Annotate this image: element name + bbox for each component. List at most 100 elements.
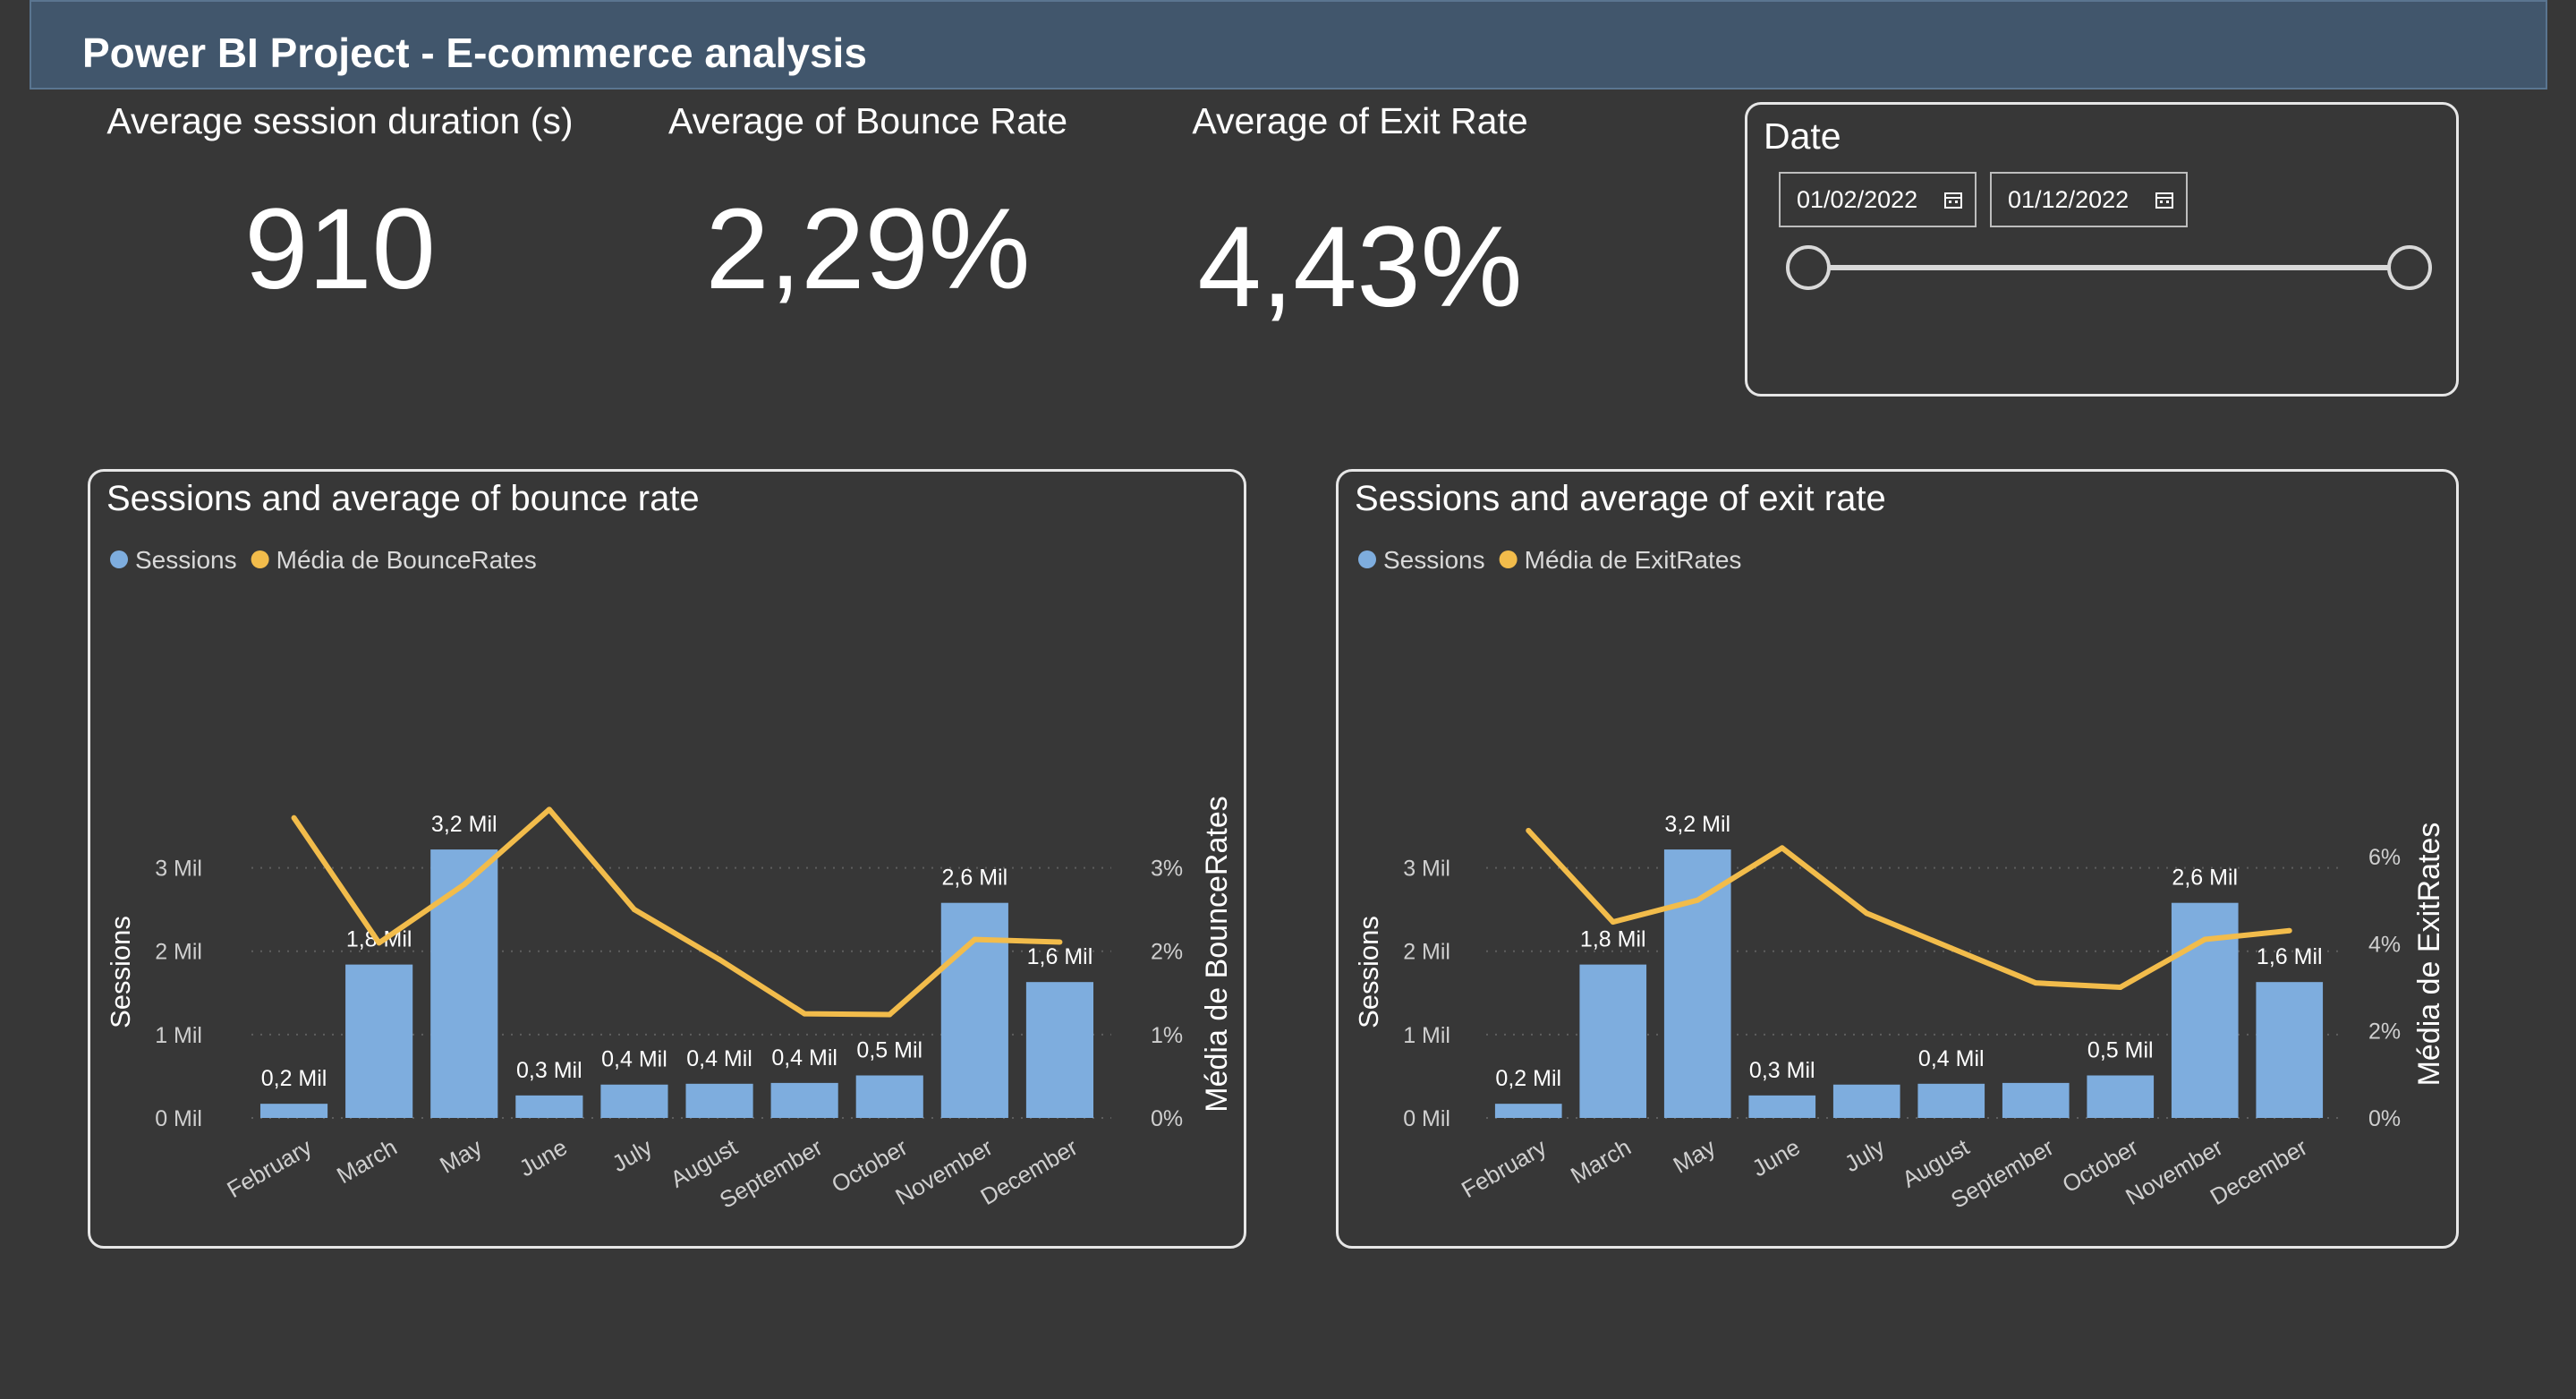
bar-sessions <box>1748 1095 1816 1118</box>
kpi-exit-rate: Average of Exit Rate 4,43% <box>1092 100 1628 325</box>
bar-sessions <box>515 1095 583 1118</box>
legend-label-rate: Média de BounceRates <box>276 546 537 574</box>
y-tick-label: 3 Mil <box>155 857 202 882</box>
page-title: Power BI Project - E-commerce analysis <box>82 30 867 76</box>
start-date-handle[interactable] <box>1786 245 1831 290</box>
y2-axis-title: Média de ExitRates <box>2412 823 2446 1087</box>
y-tick-label: 2 Mil <box>1403 940 1450 965</box>
start-date-input[interactable]: 01/02/2022 <box>1779 172 1977 227</box>
bar-sessions <box>600 1084 668 1118</box>
end-date-input[interactable]: 01/12/2022 <box>1990 172 2188 227</box>
line-rate-point <box>1779 845 1785 851</box>
bar-sessions <box>940 902 1008 1118</box>
exit-rate-combo-chart: Sessions Média de ExitRates 0 Mil 1 Mil 2 Mi… <box>1353 546 2446 1214</box>
exit-rate-chart-card: Sessions and average of exit rate Sessio… <box>1336 469 2459 1249</box>
x-tick-label: December <box>2206 1133 2312 1210</box>
bar-data-label: 0,4 Mil <box>771 1045 837 1071</box>
bar-sessions <box>430 849 498 1118</box>
calendar-icon[interactable] <box>2154 189 2175 210</box>
bar-sessions <box>259 1104 328 1118</box>
y-tick-label: 3 Mil <box>1403 857 1450 882</box>
bar-sessions <box>1917 1083 1985 1118</box>
line-rate-point <box>1610 919 1616 926</box>
calendar-icon[interactable] <box>1943 189 1964 210</box>
kpi-value: 4,43% <box>1197 203 1523 331</box>
x-tick-label: May <box>1669 1133 1721 1179</box>
bar-sessions <box>770 1082 838 1118</box>
x-tick-label: June <box>514 1133 572 1181</box>
x-tick-label: February <box>222 1133 316 1203</box>
bar-sessions <box>2002 1082 2070 1118</box>
date-slicer: Date 01/02/2022 01/12/2022 <box>1745 102 2459 397</box>
y-tick-label: 1 Mil <box>1403 1023 1450 1048</box>
kpi-session-duration: Average session duration (s) 910 <box>72 100 608 307</box>
legend-label-rate: Média de ExitRates <box>1525 546 1742 574</box>
line-rate-point <box>291 815 297 821</box>
legend-label-sessions: Sessions <box>1383 546 1485 574</box>
kpi-label: Average of Exit Rate <box>1192 100 1528 141</box>
x-tick-label: July <box>1840 1133 1889 1177</box>
bar-data-label: 0,5 Mil <box>2087 1037 2154 1062</box>
bar-sessions <box>2256 982 2324 1118</box>
x-tick-label: March <box>1566 1133 1636 1189</box>
line-rate-point <box>2286 927 2292 934</box>
y-axis-title: Sessions <box>1353 916 1384 1028</box>
legend-label-sessions: Sessions <box>135 546 237 574</box>
bar-data-label: 0,4 Mil <box>601 1047 667 1072</box>
y2-tick-label: 4% <box>2368 932 2401 957</box>
line-rate-point <box>1057 939 1063 945</box>
line-rate-point <box>631 907 637 913</box>
line-rate-point <box>2033 980 2039 986</box>
legend-marker-rate <box>1499 550 1518 568</box>
bar-data-label: 0,4 Mil <box>1918 1046 1985 1071</box>
y2-tick-label: 2% <box>1151 940 1183 965</box>
bar-data-label: 2,6 Mil <box>2172 866 2238 891</box>
y-tick-label: 1 Mil <box>155 1023 202 1048</box>
line-rate-point <box>376 940 382 946</box>
bar-sessions <box>1832 1084 1900 1118</box>
bar-data-label: 0,5 Mil <box>856 1037 922 1062</box>
kpi-label: Average of Bounce Rate <box>668 100 1067 141</box>
kpi-value: 2,29% <box>705 185 1031 313</box>
x-tick-label: March <box>332 1133 402 1189</box>
legend-marker-sessions <box>110 550 128 568</box>
y-tick-label: 0 Mil <box>1403 1106 1450 1131</box>
y-tick-label: 2 Mil <box>155 940 202 965</box>
line-rate-point <box>887 1011 893 1018</box>
line-rate-point <box>1695 897 1701 903</box>
y2-tick-label: 0% <box>1151 1106 1183 1131</box>
line-rate-point <box>1864 910 1870 917</box>
x-tick-label: November <box>890 1133 997 1210</box>
legend-marker-rate <box>251 550 269 568</box>
line-rate-point <box>2117 985 2123 991</box>
bar-sessions <box>685 1083 753 1118</box>
bar-data-label: 2,6 Mil <box>942 866 1008 891</box>
kpi-label: Average session duration (s) <box>106 100 574 141</box>
bar-data-label: 1,6 Mil <box>1027 944 1093 969</box>
bounce-rate-chart-card: Sessions and average of bounce rate Sess… <box>88 469 1246 1249</box>
legend-marker-sessions <box>1358 550 1376 568</box>
line-rate-point <box>1948 945 1954 951</box>
bar-data-label: 0,3 Mil <box>1749 1058 1815 1083</box>
bar-sessions <box>2087 1075 2155 1118</box>
end-date-value: 01/12/2022 <box>2008 186 2130 213</box>
bar-data-label: 0,2 Mil <box>1495 1066 1561 1091</box>
y2-tick-label: 2% <box>2368 1019 2401 1045</box>
line-rate-point <box>2202 936 2208 943</box>
date-slicer-title: Date <box>1764 115 1841 157</box>
y2-tick-label: 0% <box>2368 1106 2401 1131</box>
y2-tick-label: 6% <box>2368 845 2401 870</box>
line-rate-point <box>546 806 552 813</box>
line-rate-point <box>1526 827 1532 833</box>
x-tick-label: December <box>976 1133 1083 1210</box>
line-rate-point <box>717 957 723 963</box>
bar-data-label: 0,4 Mil <box>686 1046 752 1071</box>
bar-sessions <box>1579 964 1647 1118</box>
y2-tick-label: 3% <box>1151 857 1183 882</box>
bar-data-label: 3,2 Mil <box>1664 812 1730 837</box>
date-range-track[interactable] <box>1810 265 2413 270</box>
bar-sessions <box>1494 1104 1562 1118</box>
bar-sessions <box>855 1075 923 1118</box>
line-rate-point <box>802 1011 808 1017</box>
end-date-handle[interactable] <box>2387 245 2432 290</box>
